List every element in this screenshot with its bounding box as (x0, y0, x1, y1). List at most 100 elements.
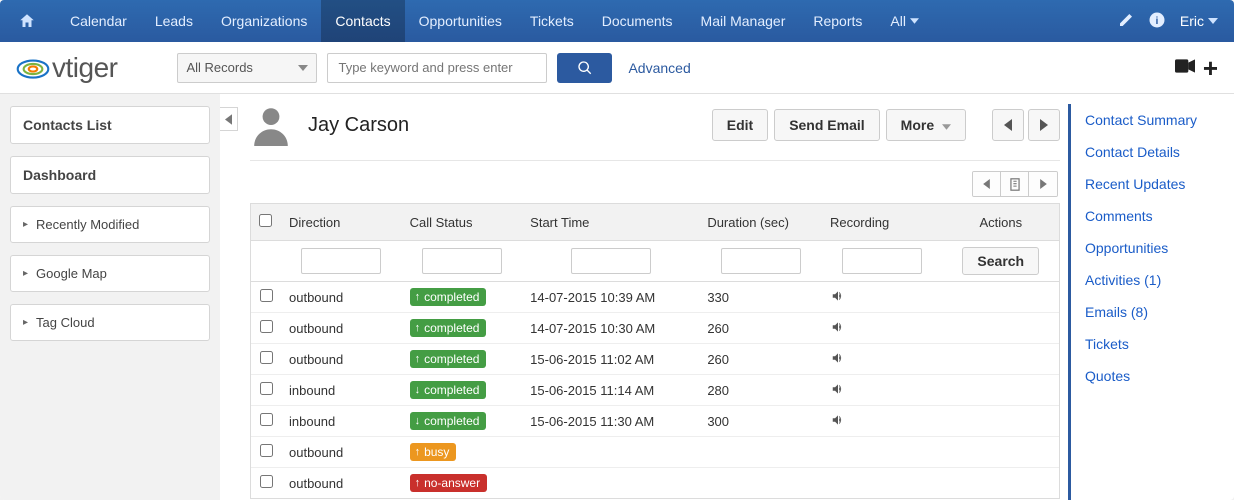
nav-organizations[interactable]: Organizations (207, 0, 321, 42)
col-direction[interactable]: Direction (281, 204, 402, 241)
col-duration[interactable]: Duration (sec) (699, 204, 822, 241)
nav-mail-manager[interactable]: Mail Manager (687, 0, 800, 42)
sound-icon[interactable] (830, 353, 846, 368)
cell-start-time (522, 437, 699, 468)
cell-duration: 330 (699, 282, 822, 313)
table-row[interactable]: outbound↑completed15-06-2015 11:02 AM260 (251, 344, 1059, 375)
sidebar-collapse-toggle[interactable] (220, 107, 238, 131)
chevron-left-icon (225, 114, 232, 125)
row-checkbox[interactable] (260, 382, 273, 395)
table-row[interactable]: outbound↑completed14-07-2015 10:39 AM330 (251, 282, 1059, 313)
nav-reports[interactable]: Reports (799, 0, 876, 42)
rail-recent-updates[interactable]: Recent Updates (1085, 168, 1220, 200)
logo-icon (16, 57, 46, 79)
caret-right-icon: ▸ (23, 219, 28, 230)
filter-start[interactable] (571, 248, 651, 274)
sidebar-contacts-list[interactable]: Contacts List (10, 106, 210, 144)
table-row[interactable]: outbound↑no-answer (251, 468, 1059, 498)
send-email-button[interactable]: Send Email (774, 109, 879, 141)
advanced-search-link[interactable]: Advanced (628, 60, 690, 76)
col-recording[interactable]: Recording (822, 204, 943, 241)
rail-tickets[interactable]: Tickets (1085, 328, 1220, 360)
home-icon[interactable] (16, 10, 38, 32)
cell-start-time (522, 468, 699, 498)
sound-icon[interactable] (830, 322, 846, 337)
sidebar-google-map[interactable]: ▸Google Map (10, 255, 210, 292)
video-icon[interactable] (1175, 59, 1195, 76)
nav-documents[interactable]: Documents (588, 0, 687, 42)
contact-name: Jay Carson (308, 114, 409, 137)
list-pager (972, 171, 1058, 197)
prev-record-button[interactable] (992, 109, 1024, 141)
rail-quotes[interactable]: Quotes (1085, 360, 1220, 392)
chevron-down-icon (942, 124, 951, 130)
table-row[interactable]: outbound↑busy (251, 437, 1059, 468)
ruler-icon[interactable] (1118, 12, 1134, 31)
status-badge: ↑completed (410, 288, 487, 306)
filter-recording[interactable] (842, 248, 922, 274)
rail-emails-8-[interactable]: Emails (8) (1085, 296, 1220, 328)
nav-calendar[interactable]: Calendar (56, 0, 141, 42)
nav-tickets[interactable]: Tickets (516, 0, 588, 42)
row-checkbox[interactable] (260, 413, 273, 426)
pager-next[interactable] (1029, 172, 1057, 196)
edit-button[interactable]: Edit (712, 109, 768, 141)
global-search-button[interactable] (557, 53, 612, 83)
sidebar-recently-modified[interactable]: ▸Recently Modified (10, 206, 210, 243)
nav-all[interactable]: All (876, 0, 933, 42)
next-record-button[interactable] (1028, 109, 1060, 141)
rail-contact-details[interactable]: Contact Details (1085, 136, 1220, 168)
filter-status[interactable] (422, 248, 502, 274)
sound-icon[interactable] (830, 384, 846, 399)
table-row[interactable]: inbound↓completed15-06-2015 11:30 AM300 (251, 406, 1059, 437)
global-search-input[interactable] (327, 53, 547, 83)
table-row[interactable]: outbound↑completed14-07-2015 10:30 AM260 (251, 313, 1059, 344)
row-checkbox[interactable] (260, 351, 273, 364)
row-checkbox[interactable] (260, 320, 273, 333)
cell-duration (699, 437, 822, 468)
status-badge: ↑completed (410, 319, 487, 337)
row-checkbox[interactable] (260, 289, 273, 302)
rail-activities-1-[interactable]: Activities (1) (1085, 264, 1220, 296)
pager-prev[interactable] (973, 172, 1001, 196)
brand-logo[interactable]: vtiger (16, 52, 117, 84)
table-row[interactable]: inbound↓completed15-06-2015 11:14 AM280 (251, 375, 1059, 406)
cell-direction: outbound (281, 282, 402, 313)
filter-duration[interactable] (721, 248, 801, 274)
user-menu[interactable]: Eric (1180, 13, 1218, 29)
info-icon[interactable]: i (1148, 11, 1166, 32)
arrow-up-icon: ↑ (415, 353, 421, 365)
nav-opportunities[interactable]: Opportunities (405, 0, 516, 42)
sidebar-dashboard[interactable]: Dashboard (10, 156, 210, 194)
select-all-checkbox[interactable] (259, 214, 272, 227)
sidebar-tag-cloud[interactable]: ▸Tag Cloud (10, 304, 210, 341)
col-call-status[interactable]: Call Status (402, 204, 523, 241)
rail-opportunities[interactable]: Opportunities (1085, 232, 1220, 264)
avatar-icon (250, 104, 292, 146)
filter-search-button[interactable]: Search (962, 247, 1039, 275)
cell-direction: outbound (281, 468, 402, 498)
add-icon[interactable]: + (1203, 55, 1218, 81)
filter-direction[interactable] (301, 248, 381, 274)
search-scope-select[interactable]: All Records (177, 53, 317, 83)
brand-name: vtiger (52, 52, 117, 84)
col-start-time[interactable]: Start Time (522, 204, 699, 241)
nav-leads[interactable]: Leads (141, 0, 207, 42)
arrow-up-icon: ↑ (415, 322, 421, 334)
row-checkbox[interactable] (260, 475, 273, 488)
svg-text:i: i (1155, 14, 1158, 26)
rail-contact-summary[interactable]: Contact Summary (1085, 104, 1220, 136)
sound-icon[interactable] (830, 291, 846, 306)
cell-direction: inbound (281, 375, 402, 406)
rail-comments[interactable]: Comments (1085, 200, 1220, 232)
more-button[interactable]: More (886, 109, 966, 141)
cell-direction: outbound (281, 437, 402, 468)
sound-icon[interactable] (830, 415, 846, 430)
cell-duration: 280 (699, 375, 822, 406)
cell-duration (699, 468, 822, 498)
nav-contacts[interactable]: Contacts (321, 0, 404, 42)
arrow-down-icon: ↓ (415, 415, 421, 427)
left-sidebar: Contacts List Dashboard ▸Recently Modifi… (0, 94, 220, 500)
pager-page[interactable] (1001, 172, 1029, 196)
row-checkbox[interactable] (260, 444, 273, 457)
